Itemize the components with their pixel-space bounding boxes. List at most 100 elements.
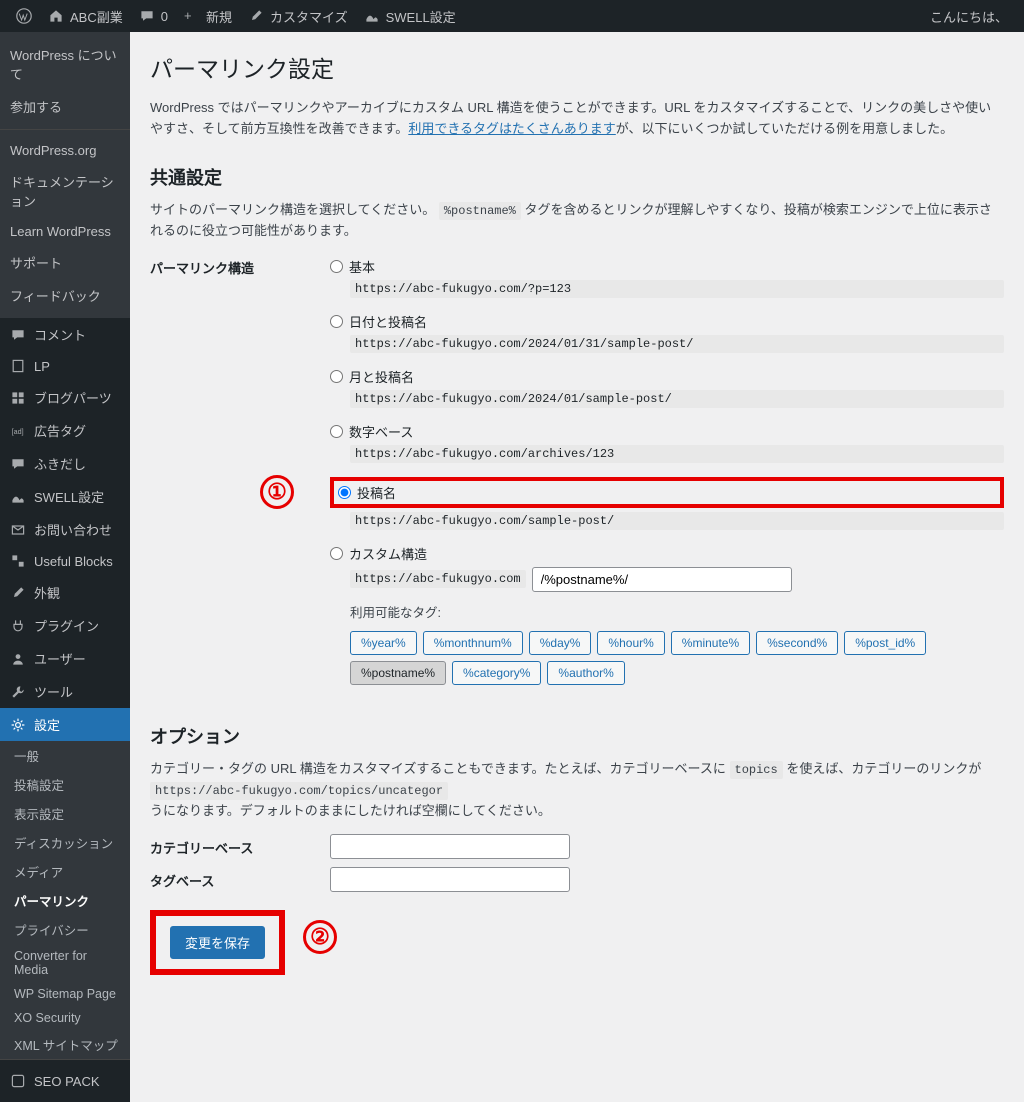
sidebar-item-gear[interactable]: 設定 — [0, 708, 130, 741]
sidebar-sub-表示設定[interactable]: 表示設定 — [0, 799, 130, 828]
permalink-option: 投稿名①https://abc-fukugyo.com/sample-post/ — [330, 477, 1004, 530]
permalink-option-radio-line[interactable]: 月と投稿名 — [330, 367, 1004, 386]
sidebar-sub-Converter for Media[interactable]: Converter for Media — [0, 944, 130, 982]
sidebar-get-involved[interactable]: 参加する — [0, 90, 130, 123]
page-title: パーマリンク設定 — [150, 50, 1004, 84]
sidebar-about-wordpress[interactable]: WordPress について — [0, 38, 130, 90]
topics-url-code: https://abc-fukugyo.com/topics/uncategor — [150, 782, 448, 800]
permalink-radio[interactable] — [330, 547, 343, 560]
tag-button[interactable]: %category% — [452, 661, 541, 685]
sidebar-wporg[interactable]: WordPress.org — [0, 136, 130, 165]
sidebar-item-brush[interactable]: 外観 — [0, 576, 130, 609]
tag-button[interactable]: %hour% — [597, 631, 664, 655]
svg-text:[ad]: [ad] — [12, 427, 24, 436]
tag-button[interactable]: %second% — [756, 631, 838, 655]
permalink-structure-label: パーマリンク構造 — [150, 254, 330, 277]
greeting-link[interactable]: こんにちは、 — [922, 7, 1016, 26]
site-name-link[interactable]: ABC副業 — [40, 7, 131, 26]
permalink-example-url: https://abc-fukugyo.com/archives/123 — [350, 445, 1004, 463]
sidebar-sub-WP Sitemap Page[interactable]: WP Sitemap Page — [0, 982, 130, 1006]
ad-icon: [ad] — [10, 423, 26, 439]
new-content-label: 新規 — [206, 7, 232, 26]
permalink-option-radio-line[interactable]: 数字ベース — [330, 422, 1004, 441]
sidebar-sub-ディスカッション[interactable]: ディスカッション — [0, 828, 130, 857]
sidebar-sub-パーマリンク[interactable]: パーマリンク — [0, 886, 130, 915]
customize-label: カスタマイズ — [270, 7, 348, 26]
brush-icon — [10, 585, 26, 601]
permalink-option-radio-line[interactable]: 投稿名 — [338, 483, 396, 502]
save-button[interactable]: 変更を保存 — [170, 926, 265, 959]
permalink-option-radio-line[interactable]: カスタム構造 — [330, 544, 1004, 563]
sidebar-docs[interactable]: ドキュメンテーション — [0, 165, 130, 217]
tag-button[interactable]: %post_id% — [844, 631, 926, 655]
permalink-radio[interactable] — [330, 315, 343, 328]
sidebar-item-tool[interactable]: ツール — [0, 675, 130, 708]
tag-base-label: タグベース — [150, 867, 330, 890]
sidebar-item-user[interactable]: ユーザー — [0, 642, 130, 675]
permalink-option: 数字ベース https://abc-fukugyo.com/archives/12… — [330, 422, 1004, 463]
tag-base-input[interactable] — [330, 867, 570, 892]
tag-button[interactable]: %author% — [547, 661, 624, 685]
tag-button[interactable]: %day% — [529, 631, 592, 655]
wordpress-logo-menu[interactable] — [8, 8, 40, 24]
permalink-option-label: 数字ベース — [349, 422, 413, 441]
permalink-option-radio-line[interactable]: 基本 — [330, 257, 1004, 276]
greeting-label: こんにちは、 — [930, 7, 1008, 26]
tag-button[interactable]: %postname% — [350, 661, 446, 685]
sidebar-item-ad[interactable]: [ad]広告タグ — [0, 414, 130, 447]
sidebar-item-seopack[interactable]: SEO PACK — [0, 1066, 130, 1096]
sidebar-item-mail[interactable]: お問い合わせ — [0, 513, 130, 546]
sidebar-item-plug[interactable]: プラグイン — [0, 609, 130, 642]
topics-code: topics — [730, 761, 783, 779]
sidebar-learn[interactable]: Learn WordPress — [0, 217, 130, 246]
sidebar-item-chat[interactable]: ふきだし — [0, 447, 130, 480]
common-settings-desc: サイトのパーマリンク構造を選択してください。 %postname% タグを含める… — [150, 200, 1004, 242]
permalink-radio[interactable] — [330, 370, 343, 383]
permalink-radio[interactable] — [330, 425, 343, 438]
tag-base-row: タグベース — [150, 867, 1004, 892]
new-content-link[interactable]: + 新規 — [176, 7, 240, 26]
admin-bar: ABC副業 0 + 新規 カスタマイズ SWELL設定 こんにちは、 — [0, 0, 1024, 32]
permalink-option: カスタム構造https://abc-fukugyo.com利用可能なタグ:%ye… — [330, 544, 1004, 685]
user-icon — [10, 651, 26, 667]
category-base-input[interactable] — [330, 834, 570, 859]
sidebar-sub-メディア[interactable]: メディア — [0, 857, 130, 886]
sidebar-sub-プライバシー[interactable]: プライバシー — [0, 915, 130, 944]
sidebar-feedback[interactable]: フィードバック — [0, 279, 130, 312]
permalink-radio[interactable] — [330, 260, 343, 273]
permalink-radio[interactable] — [338, 486, 351, 499]
main-content: パーマリンク設定 WordPress ではパーマリンクやアーカイブにカスタム U… — [130, 32, 1024, 1102]
tags-row: %year%%monthnum%%day%%hour% %minute%%seco… — [350, 631, 1004, 685]
permalink-structure-row: パーマリンク構造 基本https://abc-fukugyo.com/?p=12… — [150, 254, 1004, 699]
custom-structure-input[interactable] — [532, 567, 792, 592]
tags-help-link[interactable]: 利用できるタグはたくさんあります — [408, 121, 615, 136]
sidebar-item-blocks[interactable]: Useful Blocks — [0, 546, 130, 576]
tag-button[interactable]: %year% — [350, 631, 417, 655]
sidebar-support[interactable]: サポート — [0, 246, 130, 279]
comment-icon — [10, 327, 26, 343]
sidebar-item-label: コメント — [34, 325, 86, 344]
sidebar-item-page[interactable]: LP — [0, 351, 130, 381]
tag-button[interactable]: %minute% — [671, 631, 750, 655]
customize-link[interactable]: カスタマイズ — [240, 7, 356, 26]
category-base-row: カテゴリーベース — [150, 834, 1004, 859]
comments-link[interactable]: 0 — [131, 8, 176, 24]
permalink-example-url: https://abc-fukugyo.com/2024/01/sample-p… — [350, 390, 1004, 408]
page-icon — [10, 358, 26, 374]
swell-settings-link[interactable]: SWELL設定 — [356, 7, 464, 26]
sidebar-sub-XO Security[interactable]: XO Security — [0, 1006, 130, 1030]
tag-button[interactable]: %monthnum% — [423, 631, 523, 655]
sidebar-item-grid[interactable]: ブログパーツ — [0, 381, 130, 414]
permalink-option-radio-line[interactable]: 日付と投稿名 — [330, 312, 1004, 331]
sidebar-item-label: お問い合わせ — [34, 520, 112, 539]
annotation-2: ② — [303, 920, 337, 954]
home-icon — [48, 8, 64, 24]
custom-prefix: https://abc-fukugyo.com — [350, 570, 526, 588]
sidebar-sub-XML サイトマップ[interactable]: XML サイトマップ — [0, 1030, 130, 1059]
sidebar-item-swell[interactable]: SWELL設定 — [0, 480, 130, 513]
sidebar-item-label: Useful Blocks — [34, 554, 113, 569]
common-settings-heading: 共通設定 — [150, 164, 1004, 190]
sidebar-sub-一般[interactable]: 一般 — [0, 741, 130, 770]
permalink-option: 月と投稿名 https://abc-fukugyo.com/2024/01/sam… — [330, 367, 1004, 408]
sidebar-item-comment[interactable]: コメント — [0, 318, 130, 351]
